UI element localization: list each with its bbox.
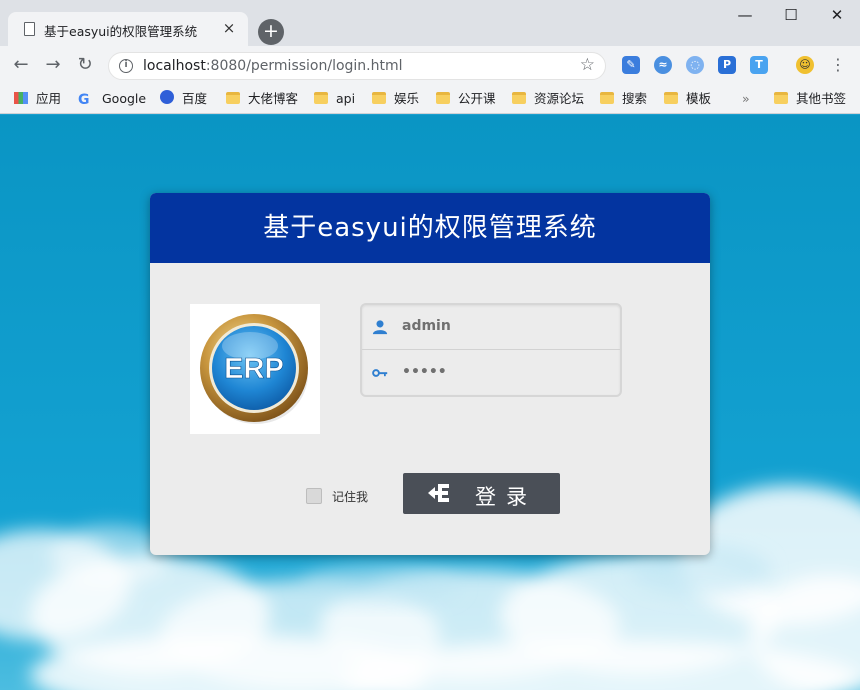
login-title: 基于easyui的权限管理系统 (263, 213, 597, 243)
new-tab-button[interactable]: + (258, 19, 284, 45)
bookmark-folder[interactable]: 娱乐 (372, 90, 419, 108)
login-button[interactable]: 登录 (403, 473, 560, 514)
bookmark-label: 搜索 (622, 91, 648, 106)
bookmarks-bar: 应用 G Google 百度 大佬博客 api 娱乐 公开课 资源论坛 搜索 模板… (0, 84, 860, 114)
bookmark-star-icon[interactable]: ☆ (580, 55, 595, 75)
maximize-button[interactable]: ☐ (768, 0, 814, 30)
bookmark-label: 大佬博客 (248, 91, 299, 106)
bookmark-apps[interactable]: 应用 (14, 90, 61, 108)
erp-logo-graphic: ERP (200, 314, 308, 424)
username-field[interactable]: admin (362, 305, 620, 350)
remember-me-label: 记住我 (332, 490, 369, 504)
folder-icon (372, 92, 386, 104)
key-icon (372, 369, 388, 377)
reload-button[interactable]: ↻ (72, 52, 98, 78)
password-field[interactable]: ••••• (362, 351, 620, 396)
folder-icon (774, 92, 788, 104)
login-arrow-icon (428, 484, 449, 502)
browser-tab-strip: 基于easyui的权限管理系统 × + — ☐ ✕ (0, 0, 860, 46)
password-value[interactable]: ••••• (402, 364, 447, 380)
erp-logo-text: ERP (224, 353, 284, 385)
username-value[interactable]: admin (402, 318, 451, 334)
bookmark-label: 模板 (686, 91, 712, 106)
profile-avatar-icon[interactable]: ☺ (796, 56, 814, 74)
bookmarks-overflow-button[interactable]: » (742, 90, 750, 108)
folder-icon (436, 92, 450, 104)
login-button-label: 登录 (475, 485, 537, 509)
folder-icon (314, 92, 328, 104)
extension-translate-icon[interactable]: T (750, 56, 768, 74)
window-close-button[interactable]: ✕ (814, 0, 860, 30)
extension-key-icon[interactable]: P (718, 56, 736, 74)
back-button[interactable]: ← (8, 52, 34, 78)
bookmark-label: api (336, 91, 356, 106)
bookmark-label: 资源论坛 (534, 91, 585, 106)
browser-menu-icon[interactable]: ⋮ (830, 54, 846, 76)
login-page: 基于easyui的权限管理系统 ERP admin ••••• 记住我 登录 (0, 115, 860, 690)
extension-wave-icon[interactable]: ≈ (654, 56, 672, 74)
address-bar[interactable]: i localhost:8080/permission/login.html ☆ (108, 52, 606, 80)
login-header: 基于easyui的权限管理系统 (150, 193, 710, 263)
folder-icon (664, 92, 678, 104)
baidu-icon (160, 90, 174, 104)
bookmark-folder[interactable]: 模板 (664, 90, 711, 108)
bookmark-label: 百度 (182, 91, 208, 106)
folder-icon (512, 92, 526, 104)
minimize-button[interactable]: — (722, 0, 768, 30)
google-icon: G (78, 92, 90, 108)
user-icon (372, 320, 388, 335)
bookmark-label: 公开课 (458, 91, 496, 106)
erp-logo: ERP (190, 304, 320, 434)
apps-grid-icon (14, 92, 28, 104)
folder-icon (226, 92, 240, 104)
bookmark-google[interactable]: G Google (78, 90, 146, 108)
bookmark-label: 应用 (36, 91, 62, 106)
close-tab-button[interactable]: × (220, 19, 238, 37)
extension-circle-icon[interactable]: ◌ (686, 56, 704, 74)
login-card: 基于easyui的权限管理系统 ERP admin ••••• 记住我 登录 (150, 193, 710, 555)
url-path: :8080/permission/login.html (205, 58, 403, 74)
credentials-group: admin ••••• (360, 303, 622, 397)
tab-title: 基于easyui的权限管理系统 (44, 24, 198, 39)
other-bookmarks[interactable]: 其他书签 (774, 90, 846, 108)
bookmark-baidu[interactable]: 百度 (160, 90, 207, 108)
bookmark-label: Google (102, 91, 147, 106)
bookmark-folder[interactable]: 大佬博客 (226, 90, 298, 108)
browser-tab[interactable]: 基于easyui的权限管理系统 × (8, 12, 248, 46)
info-icon[interactable]: i (119, 59, 133, 73)
bookmark-folder[interactable]: 公开课 (436, 90, 496, 108)
bookmark-folder[interactable]: api (314, 90, 355, 108)
bookmark-label: 其他书签 (796, 91, 847, 106)
remember-me-checkbox[interactable] (306, 488, 322, 504)
folder-icon (600, 92, 614, 104)
bookmark-folder[interactable]: 搜索 (600, 90, 647, 108)
document-icon (24, 22, 35, 36)
bookmark-label: 娱乐 (394, 91, 420, 106)
extension-pen-icon[interactable]: ✎ (622, 56, 640, 74)
url-text[interactable]: localhost:8080/permission/login.html (143, 58, 403, 74)
bookmark-folder[interactable]: 资源论坛 (512, 90, 584, 108)
browser-toolbar: ← → ↻ i localhost:8080/permission/login.… (0, 46, 860, 84)
forward-button[interactable]: → (40, 52, 66, 78)
url-host: localhost (143, 58, 206, 74)
